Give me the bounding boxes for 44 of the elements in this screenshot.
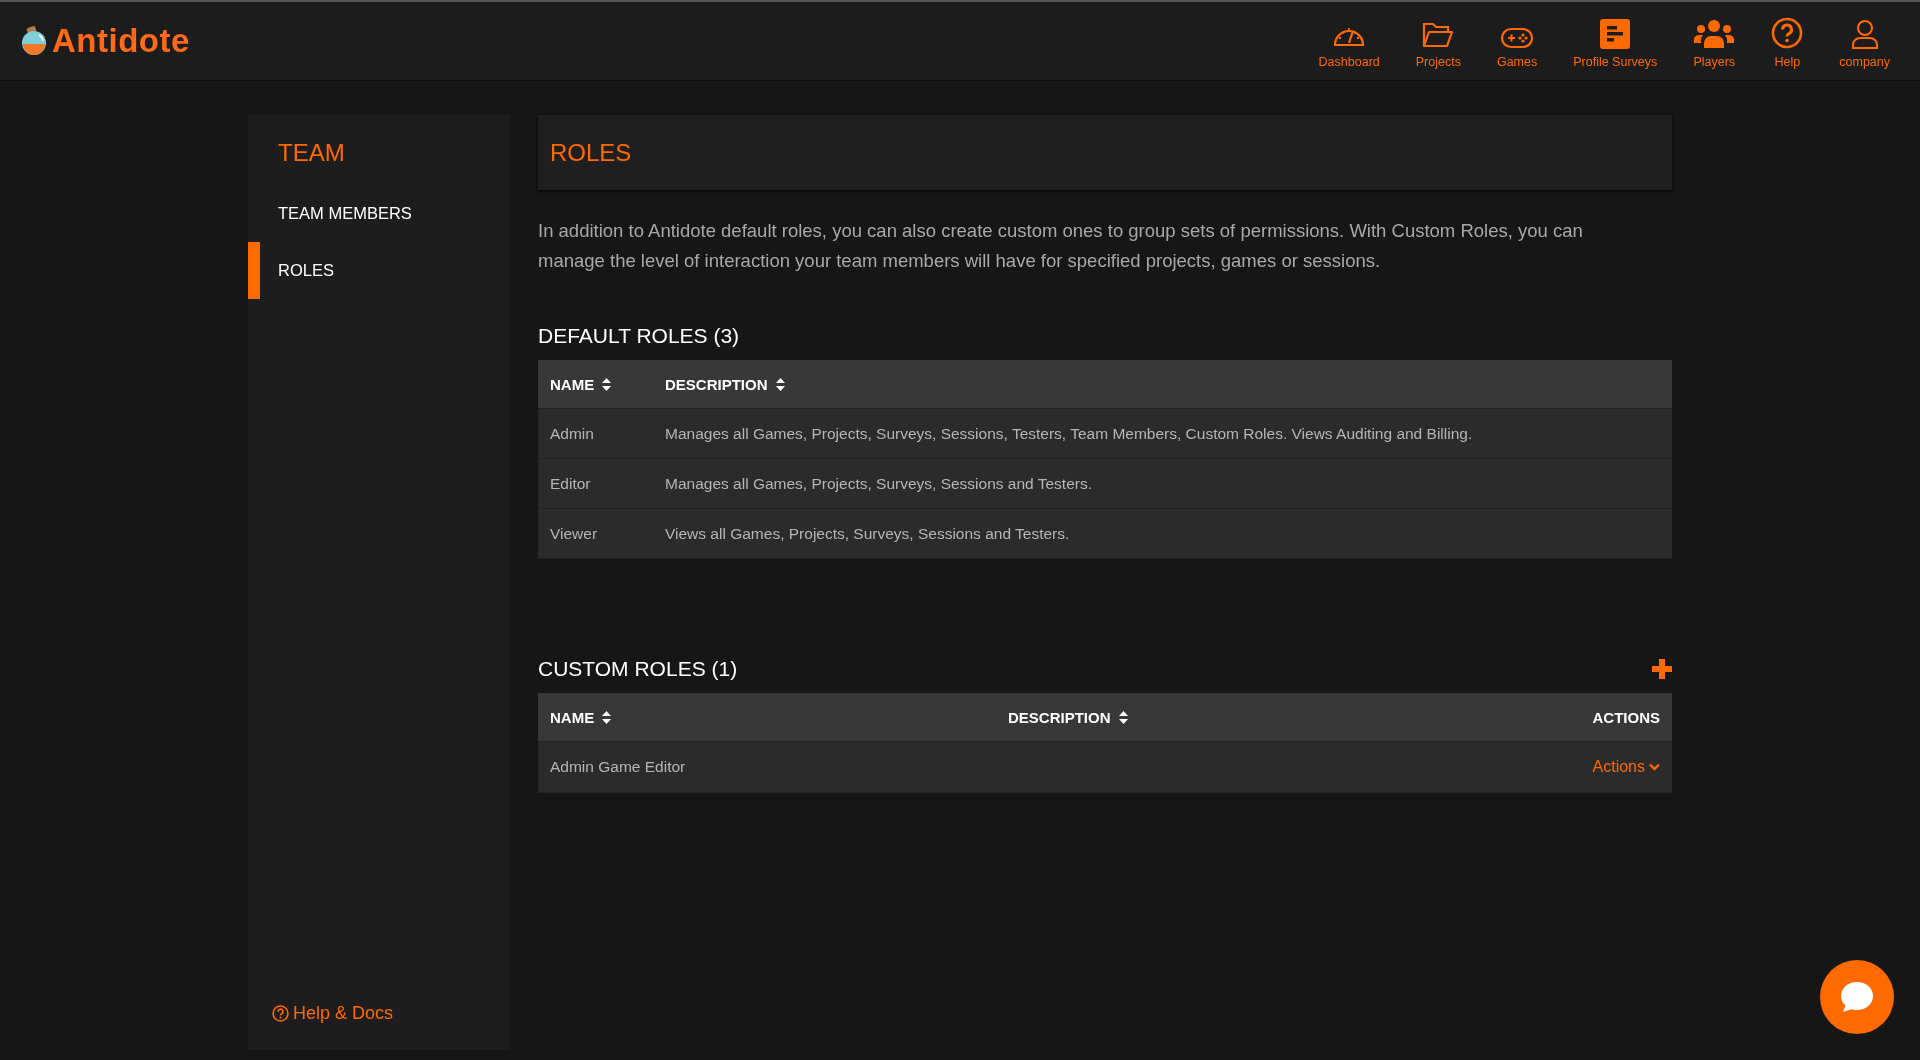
nav-link[interactable]: company (1821, 13, 1908, 69)
sort-icon (1118, 710, 1128, 724)
potion-bottle-icon (20, 26, 48, 56)
nav-link[interactable]: Help (1753, 13, 1822, 69)
help-docs-link[interactable]: Help & Docs (248, 1003, 418, 1024)
nav-link[interactable]: Players (1675, 13, 1754, 69)
table-cell: Viewer (538, 508, 653, 559)
speech-bubble-icon (1839, 980, 1875, 1014)
nav-link[interactable]: Games (1478, 13, 1556, 69)
user-icon (1850, 19, 1879, 49)
survey-form-icon (1600, 19, 1631, 49)
table-cell: Admin Game Editor (538, 741, 997, 793)
column-header[interactable]: DESCRIPTION (653, 360, 1672, 409)
sort-icon (602, 377, 612, 391)
sidebar-item[interactable]: TEAM MEMBERS (248, 185, 510, 242)
help-icon (1771, 17, 1804, 49)
intro-text: In addition to Antidote default roles, you can also create custom ones to group sets of permissions. With Custom Roles, you can manage the level of interaction your team members will have for specified projects, games or sessions. (538, 219, 1584, 273)
section-heading: CUSTOM ROLES (1) (538, 657, 738, 681)
logo-text[interactable]: Antidote (52, 22, 190, 60)
column-header[interactable]: NAME (538, 693, 997, 742)
table-cell: Editor (538, 458, 653, 509)
gamepad-icon (1500, 27, 1535, 49)
page-title: ROLES (550, 138, 632, 167)
nav-link[interactable]: Profile Surveys (1555, 13, 1676, 69)
section-heading: DEFAULT ROLES (3) (538, 324, 741, 348)
chevron-down-icon (1649, 763, 1660, 771)
sidebar-item[interactable]: ROLES (248, 242, 510, 299)
sort-icon (602, 710, 612, 724)
table-cell: Admin (538, 408, 653, 459)
people-icon (1693, 19, 1736, 49)
column-header: ACTIONS (1408, 693, 1672, 742)
actions-dropdown[interactable]: Actions (1592, 758, 1660, 776)
table-cell: Views all Games, Projects, Surveys, Sessions and Testers. (653, 508, 1672, 559)
column-header[interactable]: DESCRIPTION (996, 693, 1409, 742)
table-cell: Manages all Games, Projects, Surveys, Sessions and Testers. (653, 458, 1672, 509)
column-header[interactable]: NAME (538, 360, 653, 409)
nav-link[interactable]: Projects (1397, 13, 1479, 69)
help-icon (272, 1005, 289, 1022)
sort-icon (775, 377, 785, 391)
sidebar-title: TEAM (277, 139, 346, 167)
nav-link[interactable]: Dashboard (1300, 13, 1398, 69)
folder-icon (1422, 21, 1455, 49)
table-cell: Manages all Games, Projects, Surveys, Sessions, Testers, Team Members, Custom Roles. Views Auditing and Billing. (653, 408, 1672, 459)
add-icon[interactable] (1652, 659, 1672, 679)
